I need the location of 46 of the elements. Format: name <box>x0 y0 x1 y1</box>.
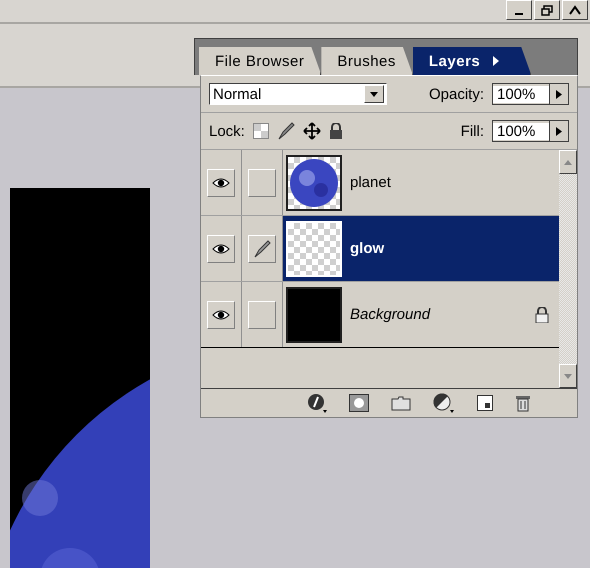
mask-icon[interactable] <box>349 394 369 412</box>
layer-name: glow <box>350 240 386 257</box>
panel-tab[interactable]: Layers <box>412 47 532 75</box>
layer-row[interactable]: Background <box>201 282 559 348</box>
lock-transparency-icon[interactable] <box>252 123 269 139</box>
slider-arrow-icon[interactable] <box>556 126 562 136</box>
fill-field[interactable]: 100% <box>492 120 569 142</box>
panel-menu-arrow-icon[interactable] <box>492 55 500 67</box>
eye-icon[interactable] <box>212 176 230 188</box>
trash-icon[interactable] <box>515 394 531 412</box>
layer-thumbnail <box>286 286 342 342</box>
brush-icon[interactable] <box>276 122 295 140</box>
layer-name: Background <box>350 306 432 323</box>
link-toggle[interactable] <box>248 300 276 328</box>
visibility-toggle[interactable] <box>207 300 235 328</box>
folder-icon[interactable] <box>391 396 411 410</box>
new-layer-icon[interactable] <box>477 395 493 411</box>
eye-icon[interactable] <box>212 308 230 320</box>
panel-tab[interactable]: Brushes <box>321 47 413 75</box>
minimize-button[interactable] <box>506 0 532 20</box>
restore-icon <box>541 4 553 16</box>
slider-arrow-icon[interactable] <box>556 90 562 98</box>
opacity-label: Opacity: <box>428 86 484 102</box>
blend-mode-dropdown[interactable]: Normal <box>209 83 387 105</box>
restore-button[interactable] <box>534 0 560 20</box>
padlock-icon[interactable] <box>328 123 343 139</box>
move-icon[interactable] <box>302 122 321 140</box>
visibility-toggle[interactable] <box>207 234 235 262</box>
lock-label: Lock: <box>209 122 245 140</box>
minimize-icon <box>515 13 523 15</box>
visibility-toggle[interactable] <box>207 168 235 196</box>
opacity-field[interactable]: 100% <box>492 83 569 105</box>
dropdown-arrow-icon <box>370 92 378 96</box>
layer-style-icon[interactable] <box>307 393 327 413</box>
layer-name: planet <box>350 174 392 191</box>
link-toggle[interactable] <box>248 168 276 196</box>
eye-icon[interactable] <box>212 242 230 254</box>
layer-thumbnail <box>286 220 342 276</box>
panel-tab[interactable]: File Browser <box>199 47 322 75</box>
layer-row[interactable]: planet <box>201 150 559 216</box>
link-toggle[interactable] <box>248 234 276 262</box>
close-button[interactable] <box>562 0 588 20</box>
fill-label: Fill: <box>460 122 484 140</box>
paintbrush-icon <box>253 240 271 258</box>
caret-icon <box>569 5 581 15</box>
adjustment-layer-icon[interactable] <box>433 393 455 413</box>
